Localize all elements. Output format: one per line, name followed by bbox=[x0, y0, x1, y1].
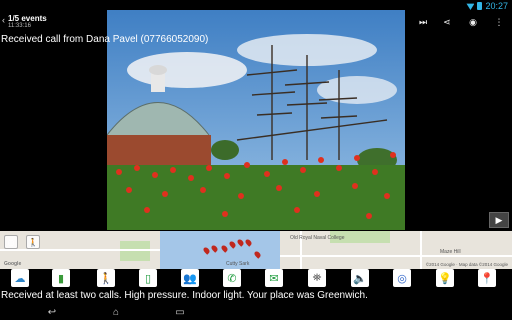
map-label: Cutty Sark bbox=[226, 261, 250, 267]
sms-icon[interactable]: ✉ bbox=[265, 269, 283, 287]
home-icon[interactable]: ⌂ bbox=[108, 306, 124, 318]
map-view[interactable]: Cutty Sark Old Royal Naval College Maze … bbox=[0, 231, 512, 269]
status-time: 20:27 bbox=[485, 1, 508, 11]
pressure-icon[interactable]: ◎ bbox=[393, 269, 411, 287]
battery-status-icon bbox=[477, 2, 483, 10]
walking-icon[interactable]: 🚶 bbox=[97, 269, 115, 287]
my-location-button[interactable]: ◎ bbox=[4, 235, 18, 249]
signal-tower-icon[interactable]: ⛯ bbox=[308, 269, 326, 287]
play-button[interactable]: ▶ bbox=[489, 212, 509, 228]
phone-call-icon[interactable]: ✆ bbox=[223, 269, 241, 287]
eye-icon[interactable]: ◉ bbox=[466, 15, 480, 29]
system-nav-bar: ↩ ⌂ ▭ bbox=[0, 304, 512, 320]
light-icon[interactable]: 💡 bbox=[436, 269, 454, 287]
event-caption: Received call from Dana Pavel (077660520… bbox=[1, 34, 209, 45]
weather-icon[interactable]: ☁ bbox=[11, 269, 29, 287]
back-caret-icon[interactable]: ‹ bbox=[2, 15, 5, 25]
map-attribution: ©2014 Google · Map data ©2014 Google bbox=[425, 262, 508, 267]
next-event-button[interactable]: ⏭ bbox=[416, 15, 430, 29]
sensor-icon-row: ☁ ▮ 🚶 ▯ 👥 ✆ ✉ ⛯ 🔈 ◎ 💡 📍 bbox=[0, 269, 512, 289]
share-icon[interactable]: ⋖ bbox=[440, 15, 454, 29]
map-label: Maze Hill bbox=[440, 249, 461, 255]
wifi-icon bbox=[466, 3, 475, 10]
event-time: 11:33:16 bbox=[8, 23, 31, 29]
location-icon[interactable]: 📍 bbox=[478, 269, 496, 287]
people-icon[interactable]: 👥 bbox=[181, 269, 199, 287]
overflow-menu-icon[interactable]: ⋮ bbox=[492, 15, 506, 29]
map-label: Old Royal Naval College bbox=[290, 235, 345, 241]
street-view-pegman-icon[interactable]: 🚶 bbox=[26, 235, 40, 249]
events-title: 1/5 events bbox=[8, 14, 47, 23]
recent-apps-icon[interactable]: ▭ bbox=[172, 306, 188, 318]
event-summary: Received at least two calls. High pressu… bbox=[1, 290, 368, 301]
sound-icon[interactable]: 🔈 bbox=[351, 269, 369, 287]
google-logo: Google bbox=[4, 261, 22, 267]
back-icon[interactable]: ↩ bbox=[44, 306, 60, 318]
battery-icon[interactable]: ▮ bbox=[52, 269, 70, 287]
phone-screen-icon[interactable]: ▯ bbox=[139, 269, 157, 287]
